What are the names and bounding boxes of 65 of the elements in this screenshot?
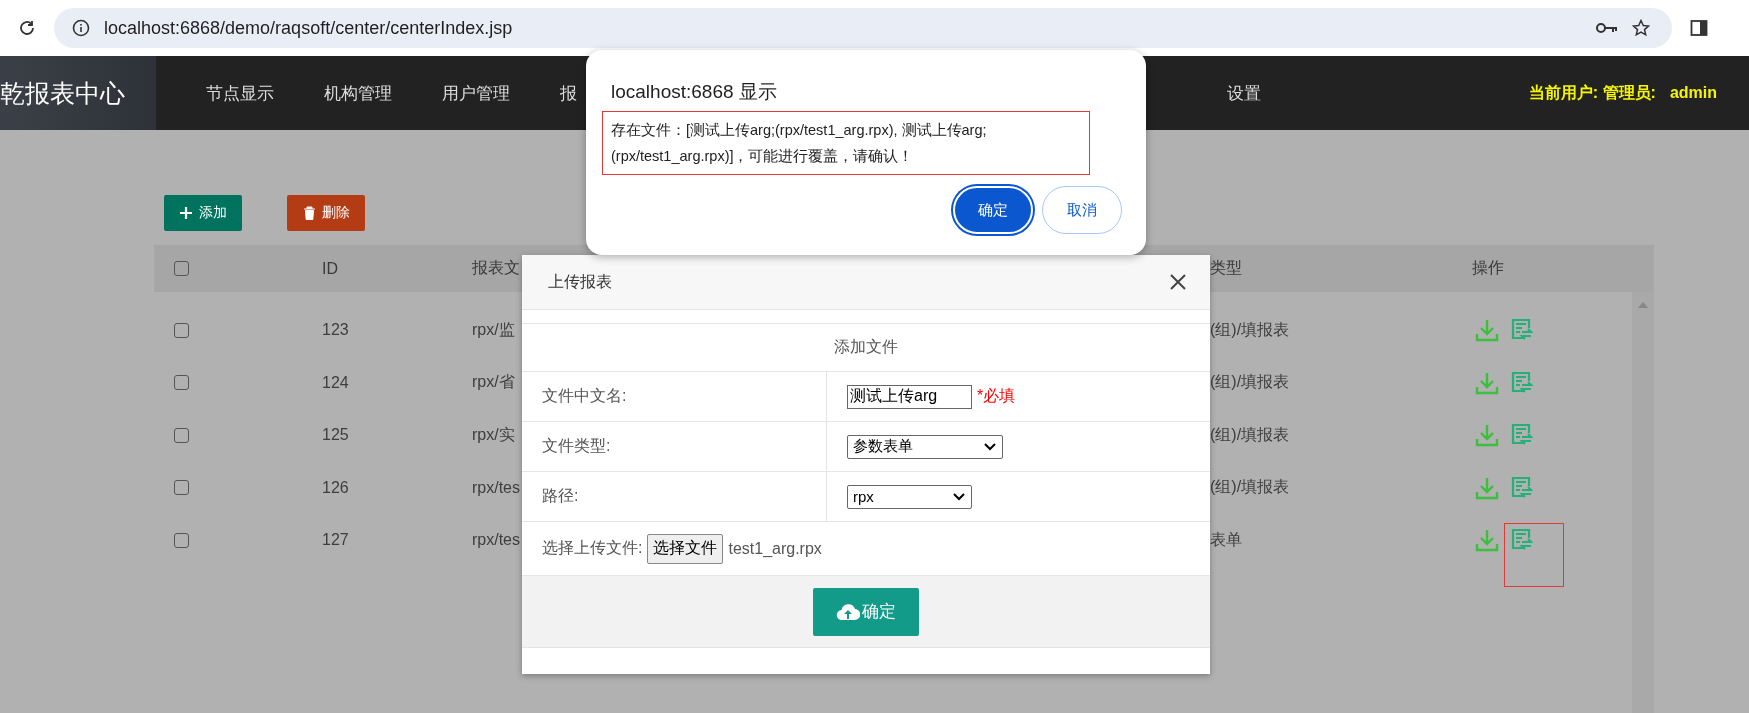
table-cell-text: rpx/监 [472,319,515,340]
file-name: test1_arg.rpx [728,539,822,558]
table-cell: 126 [322,478,349,497]
nav-item[interactable]: 报 [560,81,577,105]
key-icon[interactable] [1596,21,1618,35]
confirm-button[interactable]: 确定 [953,186,1033,234]
row-checkbox[interactable] [174,480,189,495]
delete-button[interactable]: 删除 [287,195,365,231]
select-field[interactable]: 参数表单 [847,434,1003,459]
row-checkbox[interactable] [174,375,189,390]
alert-title: localhost:6868 显示 [610,80,778,104]
column-header: ID [322,259,338,278]
row-checkbox[interactable] [174,322,189,338]
select-all-checkbox[interactable] [174,261,189,276]
choose-file-button[interactable]: 选择文件 [647,533,724,564]
nav-item[interactable]: 用户管理 [442,81,510,105]
table-cell-text: rpx/实 [472,424,515,445]
field-label: 路径: [522,472,827,521]
table-cell: 124 [322,373,349,392]
table-cell-text: (组)/填报表 [1210,372,1290,392]
name-input[interactable]: 测试上传arg [847,384,972,409]
info-icon[interactable] [72,19,90,37]
plus-icon [179,206,193,220]
field-label: 文件类型: [522,422,827,471]
column-header: 类型 [1210,258,1242,278]
field-label: 选择上传文件: [542,538,643,558]
add-button[interactable]: 添加 [164,195,242,231]
reload-icon[interactable] [18,19,36,37]
select-field[interactable]: rpx [847,484,972,509]
row-checkbox[interactable] [174,532,189,548]
nav-item[interactable]: 节点显示 [206,81,274,105]
user-label: 当前用户: 管理员: [1528,82,1656,103]
nav-item[interactable]: 机构管理 [324,81,392,105]
star-icon[interactable] [1632,19,1650,37]
app-title: 乾报表中心 [0,77,125,109]
table-cell-text: (组)/填报表 [1210,477,1290,497]
column-header: 报表文 [472,258,520,278]
section-title: 添加文件 [834,337,898,357]
column-header: 操作 [1472,258,1504,278]
table-cell-text: rpx/省 [472,372,515,392]
field-label: 文件中文名: [522,372,827,421]
table-cell: rpx/tes [472,478,520,497]
scrollbar[interactable] [1632,292,1654,713]
table-cell-text: 表单 [1210,529,1242,550]
table-cell: 127 [322,531,349,549]
address-bar[interactable]: localhost:6868/demo/raqsoft/center/centerIndex.jsp [54,8,1672,48]
chevron-down-icon [953,492,965,501]
row-checkbox[interactable] [174,427,189,443]
url-text: localhost:6868/demo/raqsoft/center/centerIndex.jsp [104,17,513,39]
table-cell: 123 [322,321,349,339]
cancel-button[interactable]: 取消 [1042,186,1122,234]
dialog-title: 上传报表 [548,271,612,292]
table-cell-text: (组)/填报表 [1210,424,1290,445]
chevron-down-icon [984,442,996,451]
table-cell: 125 [322,426,349,444]
nav-item[interactable]: 设置 [1227,81,1261,105]
required-note: *必填 [977,386,1016,406]
trash-icon [302,206,316,220]
user-name: admin [1669,84,1717,102]
table-cell-text: (组)/填报表 [1210,319,1290,340]
alert-message: 存在文件：[测试上传arg;(rpx/test1_arg.rpx), 测试上传arg;(rpx/test1_arg.rpx)]，可能进行覆盖，请确认！ [602,111,1090,175]
table-cell: rpx/tes [472,531,520,549]
sidebar-icon[interactable] [1690,19,1708,37]
cloud-upload-icon [836,602,860,621]
close-icon[interactable] [1170,274,1186,290]
